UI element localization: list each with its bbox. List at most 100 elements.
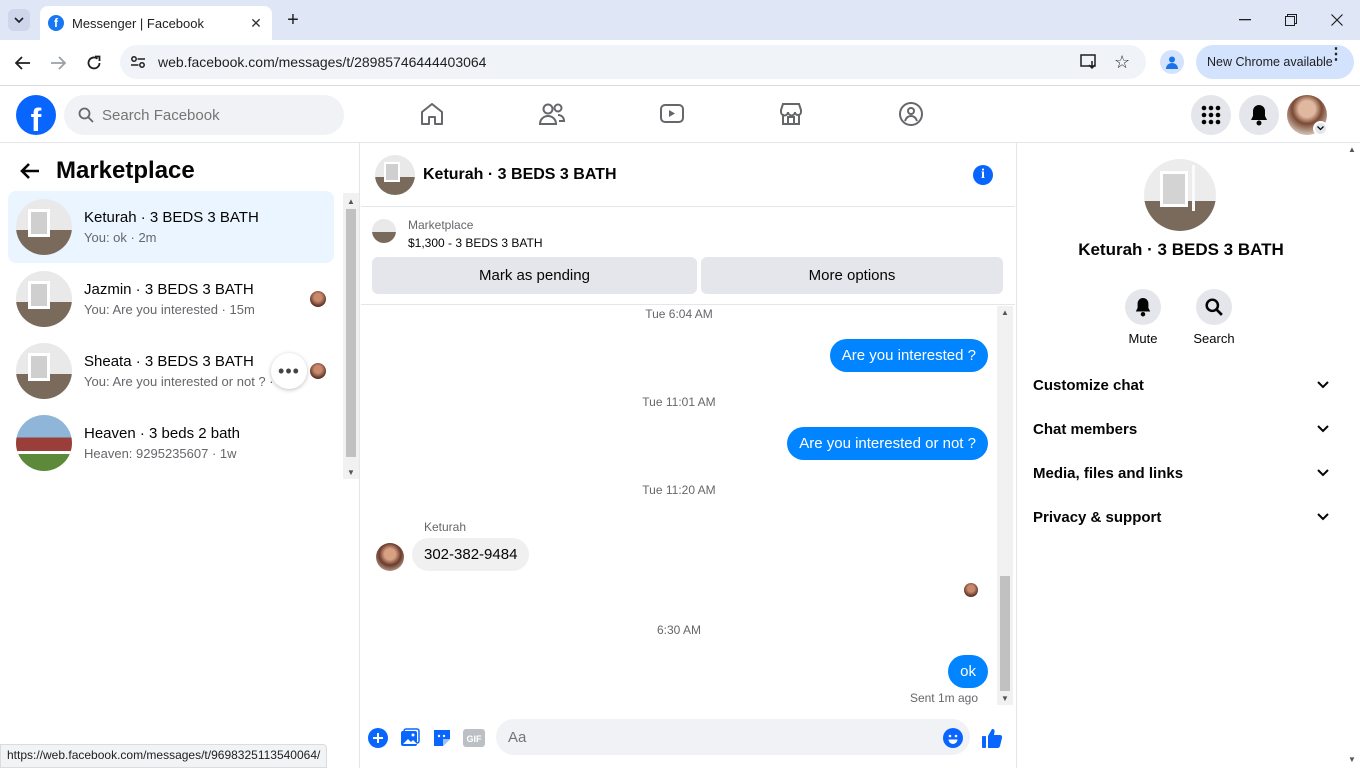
- home-icon[interactable]: [417, 99, 447, 129]
- new-tab-button[interactable]: +: [282, 8, 304, 32]
- account-chevron-icon[interactable]: [1313, 121, 1328, 136]
- search-box[interactable]: [64, 95, 344, 135]
- notifications-bell-icon[interactable]: [1239, 95, 1279, 135]
- more-options-icon[interactable]: •••: [271, 353, 307, 389]
- timestamp: 6:30 AM: [656, 623, 702, 637]
- chat-list-scrollbar[interactable]: ▲ ▼: [343, 193, 359, 479]
- search-icon: [1205, 298, 1223, 316]
- friends-icon[interactable]: [537, 99, 567, 129]
- groups-icon[interactable]: [896, 99, 926, 129]
- site-settings-icon[interactable]: [130, 55, 146, 69]
- search-input[interactable]: [102, 106, 322, 124]
- info-icon[interactable]: i: [973, 165, 993, 185]
- forward-icon[interactable]: [47, 52, 69, 74]
- install-app-icon[interactable]: [1080, 54, 1098, 75]
- message-list: Tue 6:04 AM Are you interested ? Tue 11:…: [361, 306, 1015, 716]
- outgoing-message[interactable]: Are you interested or not ?: [787, 427, 988, 460]
- chat-info-name: Keturah · 3 BEDS 3 BATH: [1078, 240, 1284, 259]
- conversation-name: Sheata · 3 BEDS 3 BATH: [84, 353, 254, 370]
- gif-icon[interactable]: GIF: [463, 727, 485, 749]
- tab-title: Messenger | Facebook: [72, 15, 204, 31]
- chat-avatar[interactable]: [375, 154, 415, 195]
- marketplace-listing-card: Marketplace $1,300 - 3 BEDS 3 BATH Mark …: [361, 207, 1015, 305]
- search-label: Search: [1193, 331, 1235, 346]
- seen-avatar: [310, 291, 326, 307]
- chevron-down-icon: [1317, 425, 1329, 433]
- message-input[interactable]: [496, 719, 970, 755]
- back-icon[interactable]: [12, 52, 34, 74]
- new-chrome-label: New Chrome available: [1207, 55, 1333, 69]
- marketplace-label: Marketplace: [408, 218, 474, 232]
- conversation-name: Heaven · 3 beds 2 bath: [84, 425, 240, 442]
- page-scrollbar[interactable]: ▲ ▼: [1343, 143, 1360, 768]
- seen-avatar: [310, 363, 326, 379]
- profile-icon[interactable]: [1160, 50, 1184, 74]
- section-label: Chat members: [1033, 420, 1138, 438]
- tab-search-button[interactable]: [8, 9, 30, 31]
- listing-thumbnail[interactable]: [372, 219, 396, 243]
- sent-status: Sent 1m ago: [909, 691, 978, 705]
- restore-button[interactable]: [1278, 8, 1304, 32]
- conversation-item-heaven[interactable]: Heaven · 3 beds 2 bath Heaven: 929523560…: [8, 407, 334, 479]
- svg-text:GIF: GIF: [467, 734, 483, 744]
- outgoing-message[interactable]: Are you interested ?: [829, 339, 988, 372]
- conversation-item-jazmin[interactable]: Jazmin · 3 BEDS 3 BATH You: Are you inte…: [8, 263, 334, 335]
- minimize-button[interactable]: [1232, 8, 1258, 32]
- conversation-name: Keturah · 3 BEDS 3 BATH: [84, 209, 259, 226]
- more-options-button[interactable]: More options: [701, 257, 1003, 294]
- search-in-chat-button[interactable]: Search: [1184, 289, 1244, 346]
- chat-members-row[interactable]: Chat members: [1033, 407, 1329, 451]
- mute-button[interactable]: Mute: [1113, 289, 1173, 346]
- listing-price[interactable]: $1,300 - 3 BEDS 3 BATH: [408, 236, 543, 250]
- outgoing-message[interactable]: ok: [948, 655, 988, 688]
- conversation-preview: You: Are you interested · 15m: [84, 302, 255, 317]
- page-title: Marketplace: [56, 157, 195, 184]
- chevron-down-icon: [1317, 513, 1329, 521]
- message-scrollbar[interactable]: ▲ ▼: [997, 306, 1013, 705]
- read-receipt-avatar: [964, 583, 978, 597]
- section-label: Privacy & support: [1033, 508, 1162, 526]
- back-arrow-icon[interactable]: [20, 162, 40, 180]
- url-text[interactable]: web.facebook.com/messages/t/289857464444…: [158, 54, 486, 70]
- photo-icon[interactable]: [399, 727, 421, 749]
- thumbs-up-icon[interactable]: [981, 727, 1003, 749]
- emoji-icon[interactable]: [942, 727, 964, 749]
- facebook-header: f: [0, 86, 1360, 143]
- conversation-preview: You: ok · 2m: [84, 230, 157, 245]
- incoming-message[interactable]: 302-382-9484: [412, 538, 530, 571]
- plus-icon[interactable]: [367, 727, 389, 749]
- chevron-down-icon: [1317, 469, 1329, 477]
- customize-chat-row[interactable]: Customize chat: [1033, 363, 1329, 407]
- kebab-menu-icon[interactable]: ⋮: [1328, 47, 1344, 63]
- listing-thumbnail: [16, 199, 72, 255]
- browser-titlebar: f Messenger | Facebook ✕ +: [0, 0, 1360, 40]
- timestamp: Tue 11:01 AM: [642, 395, 716, 409]
- menu-grid-button[interactable]: [1191, 95, 1231, 135]
- message-composer: GIF: [361, 715, 1015, 768]
- watch-video-icon[interactable]: [657, 99, 687, 129]
- close-tab-icon[interactable]: ✕: [248, 15, 264, 32]
- marketplace-icon[interactable]: [776, 99, 806, 129]
- privacy-support-row[interactable]: Privacy & support: [1033, 495, 1329, 539]
- sticker-icon[interactable]: [431, 727, 453, 749]
- listing-thumbnail: [16, 415, 72, 471]
- address-bar[interactable]: web.facebook.com/messages/t/289857464444…: [120, 45, 1146, 79]
- browser-tab[interactable]: f Messenger | Facebook ✕: [40, 6, 272, 40]
- new-chrome-button[interactable]: New Chrome available ⋮: [1196, 45, 1354, 79]
- chat-avatar-large[interactable]: [1144, 159, 1216, 231]
- bookmark-star-icon[interactable]: ☆: [1114, 53, 1130, 71]
- chat-title[interactable]: Keturah · 3 BEDS 3 BATH: [423, 166, 617, 184]
- conversation-item-keturah[interactable]: Keturah · 3 BEDS 3 BATH You: ok · 2m: [8, 191, 334, 263]
- chat-info-panel: Keturah · 3 BEDS 3 BATH Mute Search Cust…: [1016, 143, 1360, 768]
- close-window-button[interactable]: [1324, 8, 1350, 32]
- facebook-logo-icon[interactable]: f: [16, 95, 56, 135]
- reload-icon[interactable]: [83, 52, 105, 74]
- sender-avatar[interactable]: [376, 543, 404, 571]
- conversation-preview: Heaven: 9295235607 · 1w: [84, 446, 237, 461]
- listing-thumbnail: [16, 343, 72, 399]
- media-files-links-row[interactable]: Media, files and links: [1033, 451, 1329, 495]
- section-label: Media, files and links: [1033, 464, 1184, 482]
- chat-list-panel: Marketplace Keturah · 3 BEDS 3 BATH You:…: [0, 143, 360, 768]
- mark-as-pending-button[interactable]: Mark as pending: [372, 257, 697, 294]
- marketplace-header: Marketplace: [20, 157, 195, 185]
